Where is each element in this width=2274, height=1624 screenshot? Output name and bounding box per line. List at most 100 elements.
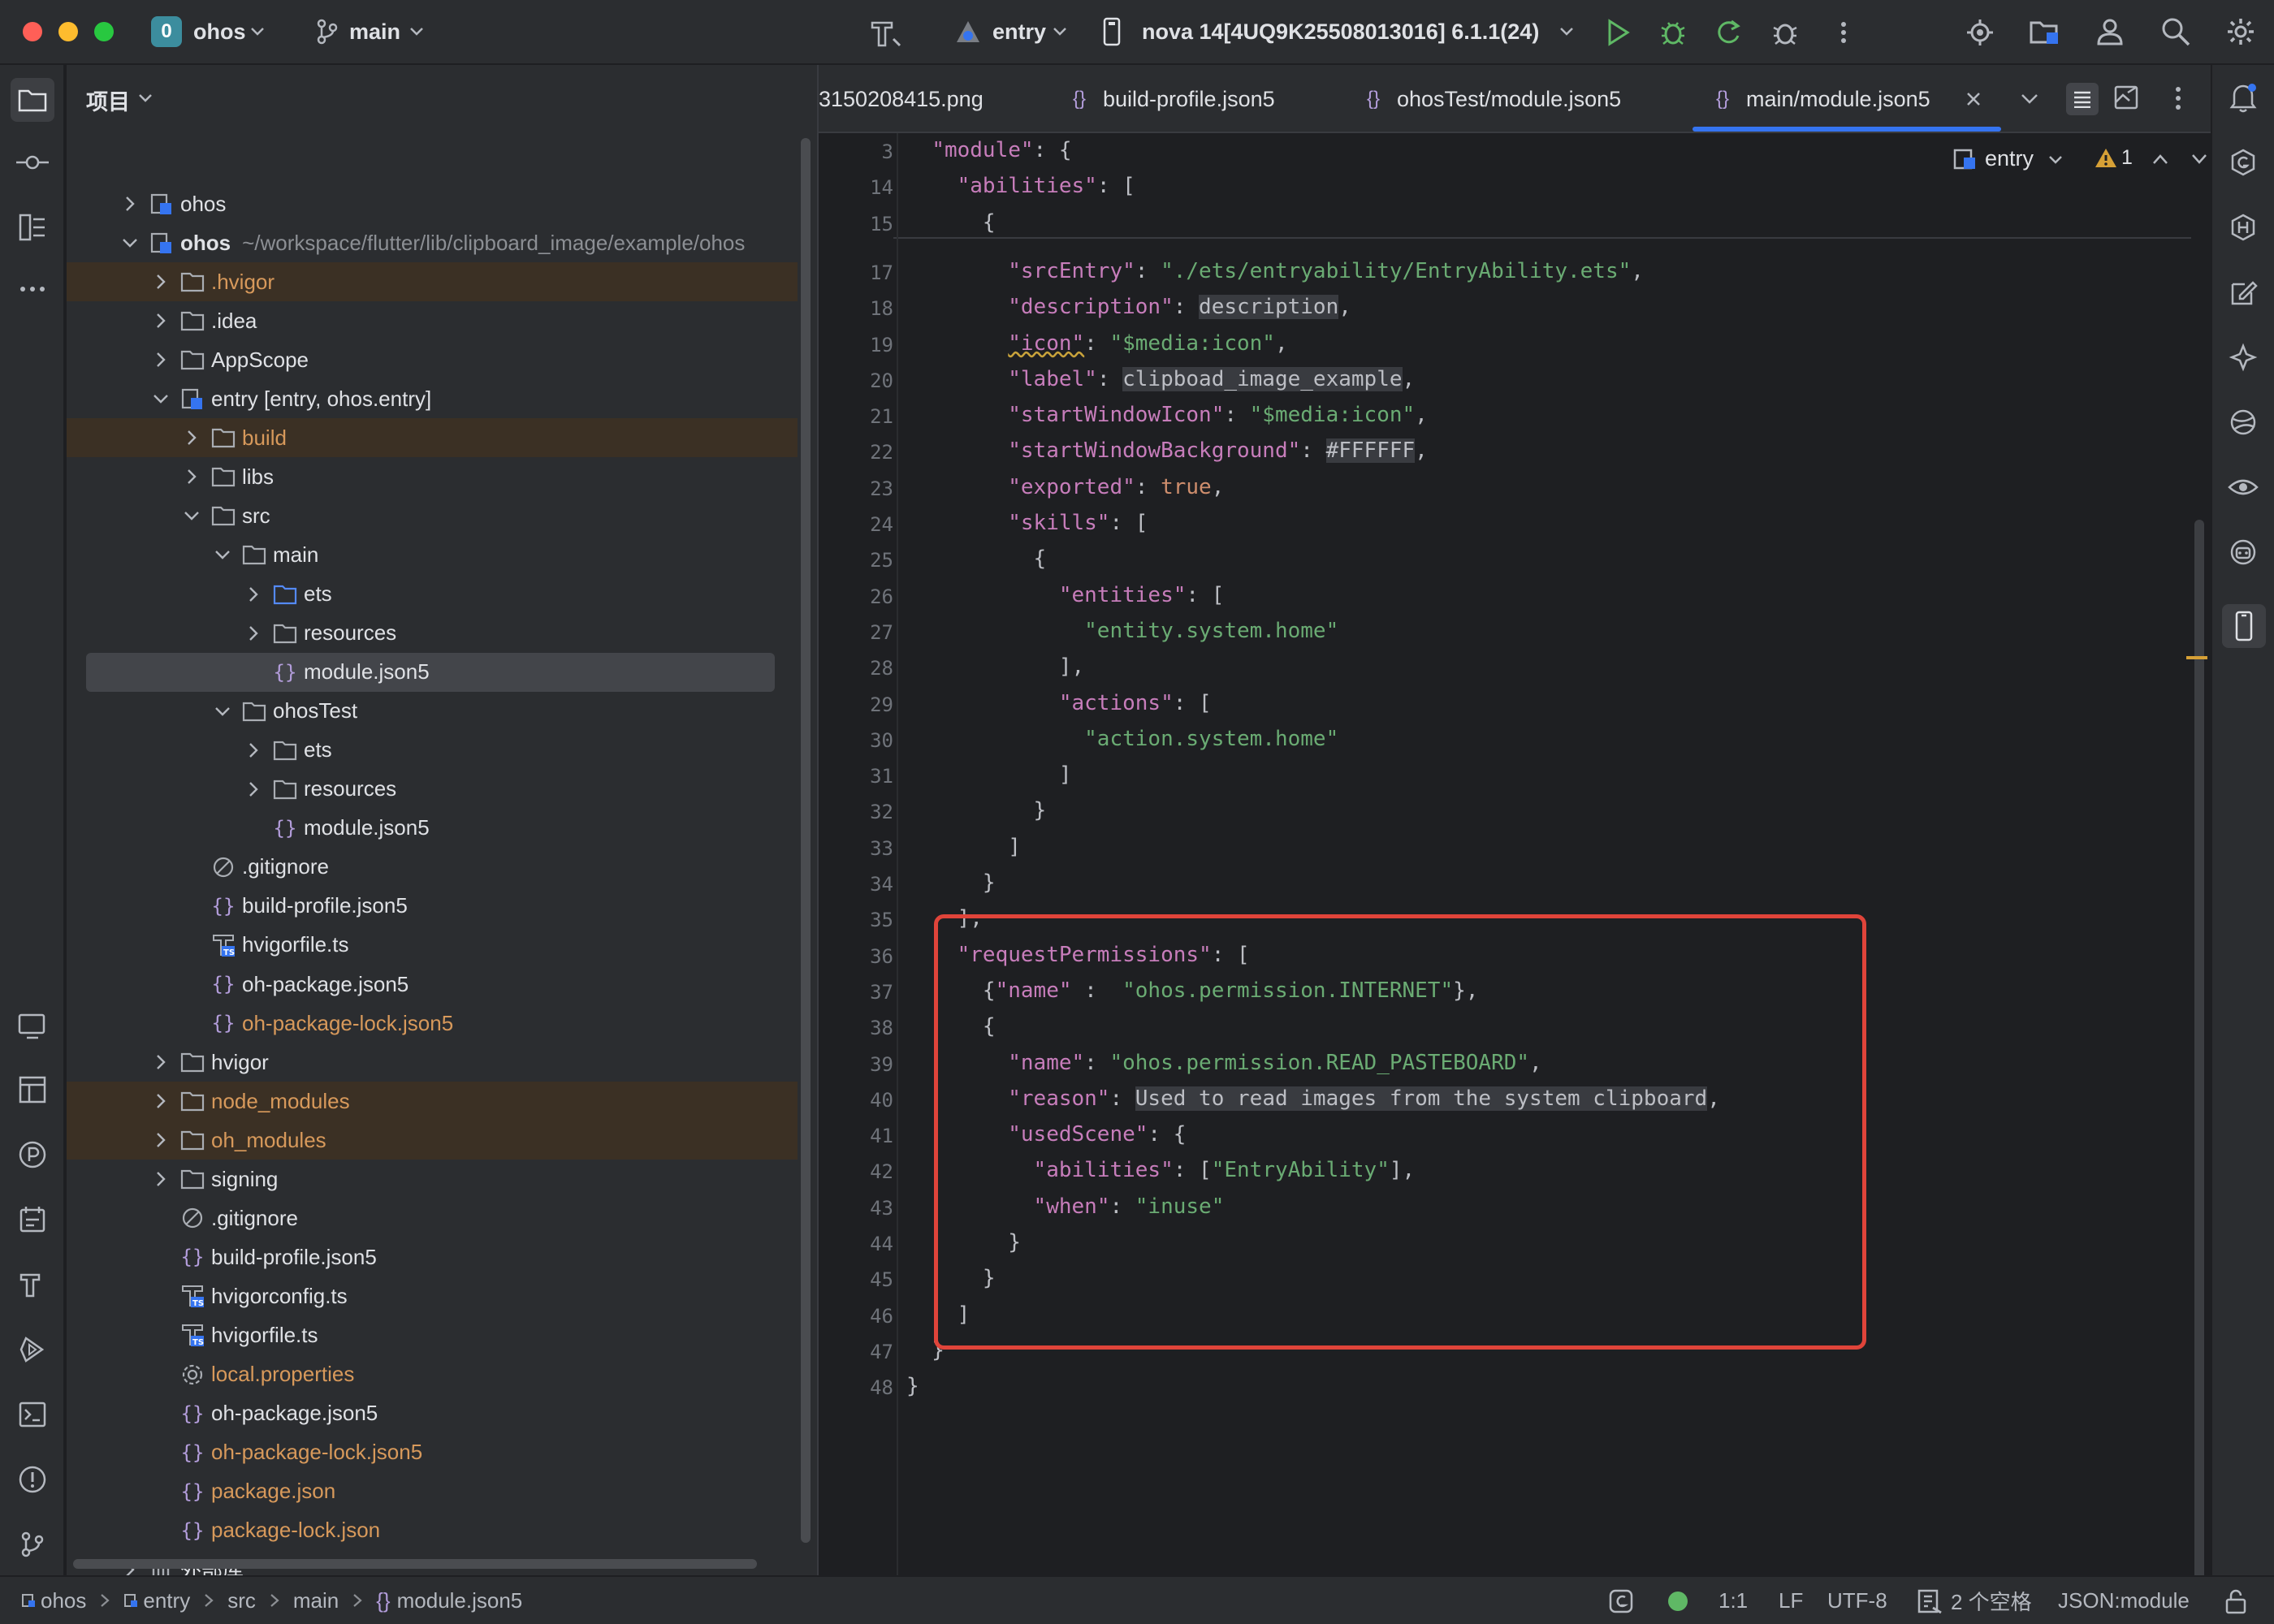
chevron-right-icon[interactable] — [153, 1132, 169, 1148]
close-window-button[interactable] — [23, 22, 42, 41]
tree-item[interactable]: {} package-lock.json — [67, 1511, 798, 1550]
chevron-right-icon[interactable] — [153, 1054, 169, 1070]
branch-name[interactable]: main — [349, 19, 400, 45]
tree-horizontal-scrollbar[interactable] — [73, 1559, 757, 1569]
zoom-window-button[interactable] — [94, 22, 114, 41]
tree-item[interactable]: .gitignore — [67, 848, 798, 887]
commit-icon[interactable] — [15, 145, 50, 180]
edit-note-icon[interactable] — [2225, 274, 2261, 310]
run-config-name[interactable]: entry — [992, 19, 1046, 45]
build-icon[interactable] — [15, 1267, 50, 1302]
tree-item[interactable]: main — [67, 535, 798, 574]
tree-item[interactable]: .gitignore — [67, 1199, 798, 1237]
hvigor-h-icon[interactable] — [2225, 209, 2261, 245]
preview-icon[interactable] — [2113, 84, 2141, 112]
close-tab-icon[interactable] — [1965, 91, 1982, 107]
problems-icon[interactable] — [15, 1462, 50, 1497]
file-type[interactable]: JSON:module — [2058, 1577, 2190, 1624]
tree-item[interactable]: resources — [67, 614, 798, 653]
chevron-down-icon[interactable] — [1559, 26, 1574, 37]
todo-icon[interactable] — [15, 1202, 50, 1237]
codegenie-g-icon[interactable] — [2225, 145, 2261, 180]
chevron-right-icon[interactable] — [184, 430, 200, 446]
run-services-icon[interactable] — [15, 1332, 50, 1367]
chevron-down-icon[interactable] — [214, 703, 231, 719]
tree-item[interactable]: ohos ~/workspace/flutter/lib/clipboard_im… — [67, 223, 798, 262]
tree-item[interactable]: local.properties — [67, 1355, 798, 1394]
chevron-down-icon[interactable] — [409, 26, 424, 37]
editor-vertical-scrollbar[interactable] — [2194, 520, 2204, 1624]
chevron-right-icon[interactable] — [153, 352, 169, 368]
code-area[interactable]: 3 "module": {14 "abilities": [15 {17 "sr… — [819, 133, 2191, 1575]
build-hammer-icon[interactable] — [867, 15, 903, 50]
tree-item[interactable]: TS hvigorfile.ts — [67, 1315, 798, 1354]
device-selector[interactable]: nova 14[4UQ9K25508013016] 6.1.1(24) — [1142, 19, 1539, 45]
tree-item[interactable]: {} oh-package-lock.json5 — [67, 1433, 798, 1472]
project-badge[interactable]: 0 — [151, 16, 182, 47]
breadcrumb-item[interactable]: src — [227, 1588, 256, 1613]
tree-item[interactable]: ets — [67, 575, 798, 614]
chevron-right-icon[interactable] — [245, 625, 262, 641]
notifications-bell-icon[interactable] — [2225, 80, 2261, 115]
more-vertical-icon[interactable] — [1829, 18, 1858, 47]
next-highlight-icon[interactable] — [2191, 153, 2207, 166]
tab-build-profile[interactable]: {} build-profile.json5 — [1067, 65, 1275, 133]
tree-item[interactable]: signing — [67, 1160, 798, 1199]
profiler-bug-icon[interactable] — [1770, 18, 1800, 47]
globe-icon[interactable] — [2225, 404, 2261, 440]
chevron-right-icon[interactable] — [122, 196, 138, 212]
chevron-down-icon[interactable] — [1053, 26, 1067, 37]
previewer-eye-icon[interactable] — [2225, 469, 2261, 505]
breadcrumb-item[interactable]: main — [293, 1588, 339, 1613]
tab-image[interactable]: 3150208415.png — [819, 65, 984, 133]
indent-settings-icon[interactable] — [1917, 1588, 1943, 1614]
chevron-right-icon[interactable] — [245, 781, 262, 797]
tree-item[interactable]: ets — [67, 731, 798, 770]
tree-item[interactable]: TS hvigorconfig.ts — [67, 1276, 798, 1315]
more-horizontal-icon[interactable] — [15, 271, 50, 307]
tab-main-module[interactable]: {} main/module.json5 — [1710, 65, 1930, 133]
layout-inspector-icon[interactable] — [15, 1072, 50, 1108]
chevron-right-icon[interactable] — [245, 586, 262, 603]
tree-item[interactable]: {} build-profile.json5 — [67, 887, 798, 926]
debug-icon[interactable] — [1658, 18, 1688, 47]
tree-item[interactable]: build — [67, 418, 798, 458]
indent-setting[interactable]: 2 个空格 — [1951, 1577, 2032, 1624]
chevron-down-icon[interactable] — [214, 546, 231, 563]
tree-vertical-scrollbar[interactable] — [801, 138, 811, 1543]
tree-item[interactable]: hvigor — [67, 1043, 798, 1082]
run-icon[interactable] — [1603, 18, 1632, 47]
chevron-right-icon[interactable] — [184, 469, 200, 485]
chevron-down-icon[interactable] — [250, 26, 265, 37]
project-structure-icon[interactable] — [2029, 16, 2061, 47]
gear-icon[interactable] — [2225, 16, 2256, 47]
more-vertical-icon[interactable] — [2170, 84, 2186, 112]
tree-item[interactable]: {} oh-package.json5 — [67, 1394, 798, 1433]
device-mirror-phone-icon[interactable] — [2222, 604, 2266, 648]
target-icon[interactable] — [1965, 18, 1995, 47]
tree-item[interactable]: entry [entry, ohos.entry] — [67, 379, 798, 418]
account-icon[interactable] — [2095, 16, 2125, 47]
chevron-right-icon[interactable] — [153, 1171, 169, 1187]
tree-item[interactable]: {} oh-package.json5 — [67, 965, 798, 1004]
chevron-down-icon[interactable] — [122, 235, 138, 251]
tree-item[interactable]: .idea — [67, 301, 798, 340]
tree-item[interactable]: ohosTest — [67, 692, 798, 731]
chevron-right-icon[interactable] — [153, 313, 169, 329]
profiler-p-icon[interactable] — [15, 1137, 50, 1173]
search-icon[interactable] — [2160, 16, 2191, 47]
device-manager-icon[interactable] — [15, 1009, 50, 1044]
tree-item[interactable]: src — [67, 496, 798, 535]
minimize-window-button[interactable] — [58, 22, 78, 41]
tree-item[interactable]: AppScope — [67, 340, 798, 379]
warning-marker[interactable] — [2186, 656, 2207, 659]
git-icon[interactable] — [15, 1527, 50, 1562]
breadcrumb-item[interactable]: module.json5 — [397, 1588, 523, 1613]
project-view-folder-icon[interactable] — [11, 78, 54, 122]
tree-item[interactable]: resources — [67, 770, 798, 809]
structure-icon[interactable] — [15, 209, 50, 245]
tab-ohostest-module[interactable]: {} ohosTest/module.json5 — [1361, 65, 1621, 133]
reader-mode-icon[interactable] — [2066, 83, 2099, 115]
chevron-down-icon[interactable] — [184, 508, 200, 524]
tree-item[interactable]: node_modules — [67, 1082, 798, 1121]
